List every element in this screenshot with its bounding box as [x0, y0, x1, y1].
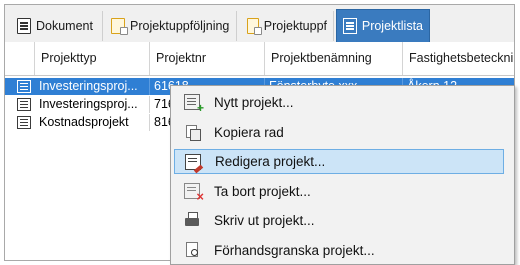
- list-icon: [343, 18, 357, 34]
- menu-item-print-preview-project[interactable]: Förhandsgranska projekt...: [174, 238, 504, 263]
- folder-report-icon: [247, 18, 262, 35]
- print-preview-icon: [184, 242, 200, 258]
- menu-item-label: Ta bort projekt...: [214, 184, 311, 199]
- cell-projekttyp: Investeringsproj...: [35, 96, 150, 113]
- cell-projekttyp: Kostnadsprojekt: [35, 114, 150, 131]
- tab-projektlista[interactable]: Projektlista: [336, 9, 430, 42]
- menu-item-label: Förhandsgranska projekt...: [214, 243, 375, 258]
- tab-projektuppfoljning[interactable]: Projektuppföljning: [105, 11, 237, 41]
- project-row-icon: [17, 116, 31, 129]
- tab-projektuppf[interactable]: Projektuppf: [241, 11, 334, 41]
- cell-projekttyp: Investeringsproj...: [35, 78, 150, 95]
- edit-project-icon: [185, 154, 201, 170]
- menu-item-label: Redigera projekt...: [215, 154, 326, 169]
- menu-item-edit-project[interactable]: Redigera projekt...: [174, 149, 504, 174]
- tab-strip: Dokument Projektuppföljning Projektuppf …: [5, 5, 514, 43]
- copy-icon: [184, 124, 201, 141]
- menu-item-new-project[interactable]: Nytt projekt...: [174, 90, 504, 115]
- grid-header: Projekttyp Projektnr Projektbenämning Fa…: [5, 42, 514, 76]
- column-header-projektnr[interactable]: Projektnr: [150, 42, 265, 75]
- menu-item-print-project[interactable]: Skriv ut projekt...: [174, 208, 504, 233]
- column-header-projekttyp[interactable]: Projekttyp: [35, 42, 150, 75]
- row-icon-column-header: [5, 42, 35, 75]
- menu-item-label: Nytt projekt...: [214, 95, 294, 110]
- delete-project-icon: [184, 183, 204, 204]
- new-project-icon: [184, 94, 204, 115]
- print-icon: [184, 212, 200, 228]
- project-row-icon: [17, 98, 31, 111]
- menu-item-label: Kopiera rad: [214, 125, 284, 140]
- menu-item-label: Skriv ut projekt...: [214, 213, 315, 228]
- folder-report-icon: [111, 18, 128, 35]
- menu-item-delete-project[interactable]: Ta bort projekt...: [174, 179, 504, 204]
- column-header-fastighetsbeteckning[interactable]: Fastighetsbeteckning: [403, 42, 514, 75]
- tab-label: Dokument: [36, 19, 93, 33]
- tab-label: Projektuppf: [263, 19, 327, 33]
- tab-label: Projektlista: [361, 19, 423, 33]
- document-icon: [17, 18, 31, 34]
- tab-dokument[interactable]: Dokument: [11, 11, 103, 41]
- project-row-icon: [17, 80, 31, 93]
- column-header-projektbenamning[interactable]: Projektbenämning: [265, 42, 403, 75]
- menu-item-copy-row[interactable]: Kopiera rad: [174, 120, 504, 145]
- context-menu: Nytt projekt... Kopiera rad Redigera pro…: [170, 85, 515, 265]
- tab-label: Projektuppföljning: [130, 19, 230, 33]
